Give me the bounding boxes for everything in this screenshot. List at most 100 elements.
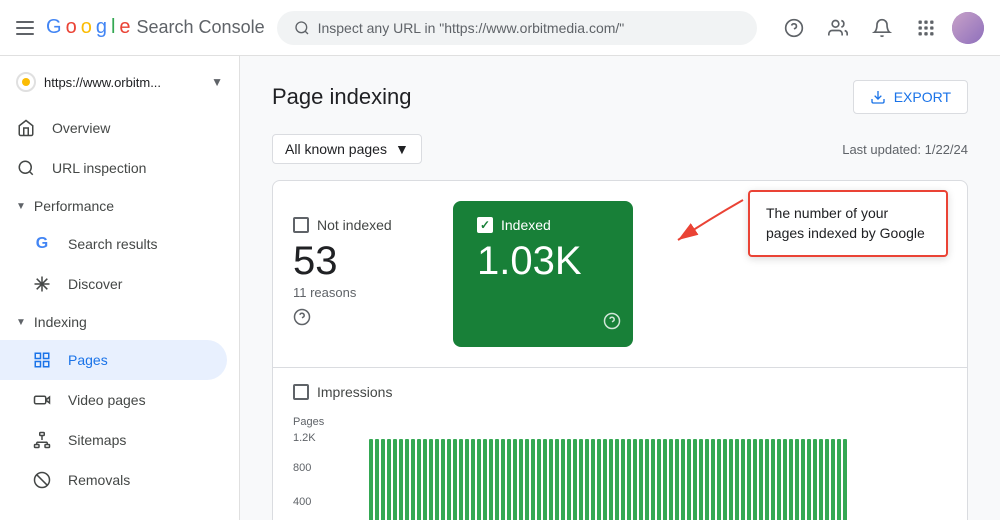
topbar: Google Search Console Inspect any URL in… [0,0,1000,56]
chart-bar [399,439,403,520]
apps-icon[interactable] [908,10,944,46]
chart-bar [645,439,649,520]
chart-bar [555,439,559,520]
sidebar-item-search-results[interactable]: G Search results [0,224,227,264]
chart-bar [435,439,439,520]
section-label: Indexing [34,314,87,330]
sidebar-item-sitemaps[interactable]: Sitemaps [0,420,227,460]
chart-bar [393,439,397,520]
url-search-bar[interactable]: Inspect any URL in "https://www.orbitmed… [277,11,757,45]
chart-bar [795,439,799,520]
impressions-checkbox[interactable] [293,384,309,400]
chart-bar [633,439,637,520]
asterisk-icon [32,274,52,294]
chart-bar [771,439,775,520]
filter-label: All known pages [285,141,387,157]
chart-bar [591,439,595,520]
chart-y-values: 1.2K 800 400 0 [293,432,329,520]
search-placeholder: Inspect any URL in "https://www.orbitmed… [318,20,625,36]
caret-icon: ▼ [16,201,26,212]
y-value: 800 [293,462,311,474]
sidebar-item-pages[interactable]: Pages [0,340,227,380]
site-selector[interactable]: https://www.orbitm... ▼ [0,64,239,100]
chart-area: Pages 1.2K 800 400 0 [293,416,947,520]
not-indexed-card: Not indexed 53 11 reasons [293,201,453,347]
chart-bar [453,439,457,520]
chart-bar [441,439,445,520]
indexed-card: ✓ Indexed 1.03K [453,201,633,347]
chart-bar [525,439,529,520]
chart-bar [597,439,601,520]
chart-bar [837,439,841,520]
chart-bar [387,439,391,520]
chart-bar [477,439,481,520]
chart-bar [693,439,697,520]
checkmark-icon: ✓ [480,218,490,232]
annotation-text: The number of your pages indexed by Goog… [766,205,925,241]
chart-bar [537,439,541,520]
chart-bar [639,439,643,520]
chart-bar [681,439,685,520]
search-bar-icon [16,158,36,178]
chart-bar [777,439,781,520]
chart-bar [507,439,511,520]
bell-icon[interactable] [864,10,900,46]
not-indexed-text: Not indexed [317,217,392,233]
main-layout: https://www.orbitm... ▼ Overview URL ins… [0,56,1000,520]
y-value: 1.2K [293,432,316,444]
avatar-image [952,12,984,44]
chart-bar [735,439,739,520]
chart-bar [567,439,571,520]
chart-bar [825,439,829,520]
chart-bar [687,439,691,520]
sidebar-item-label: Removals [68,472,130,488]
sidebar-item-url-inspection[interactable]: URL inspection [0,148,227,188]
help-icon[interactable] [776,10,812,46]
chart-bar [717,439,721,520]
chart-bar [381,439,385,520]
site-indicator-dot [22,78,30,86]
filter-row: All known pages ▼ Last updated: 1/22/24 [272,134,968,164]
not-indexed-count: 53 [293,241,429,281]
chart-bar [531,439,535,520]
chart-bar [801,439,805,520]
arrow-svg [668,190,748,250]
chart-bar [489,439,493,520]
sidebar-item-overview[interactable]: Overview [0,108,227,148]
indexed-checkbox[interactable]: ✓ [477,217,493,233]
indexed-count: 1.03K [477,241,609,281]
chart-bar [729,439,733,520]
chart-bar [405,439,409,520]
chart-bar [603,439,607,520]
chart-y-label: Pages [293,416,947,428]
sidebar-item-discover[interactable]: Discover [0,264,227,304]
bars-wrapper [369,432,847,520]
pages-filter-dropdown[interactable]: All known pages ▼ [272,134,422,164]
sidebar-section-indexing[interactable]: ▼ Indexing [0,304,239,340]
chart-bar [699,439,703,520]
sidebar-item-removals[interactable]: Removals [0,460,227,500]
chart-bar [513,439,517,520]
sidebar-section-performance[interactable]: ▼ Performance [0,188,239,224]
indexed-help-icon[interactable] [603,312,621,335]
sidebar-item-video-pages[interactable]: Video pages [0,380,227,420]
menu-icon[interactable] [16,21,34,35]
chart-bar [783,439,787,520]
sidebar-item-label: Search results [68,236,157,252]
export-button[interactable]: EXPORT [853,80,968,114]
chart-bar [429,439,433,520]
app-title: Search Console [137,17,265,38]
chart-bar [621,439,625,520]
export-label: EXPORT [894,89,951,105]
caret-icon: ▼ [16,317,26,328]
accounts-icon[interactable] [820,10,856,46]
help-circle-icon[interactable] [293,308,429,331]
chart-section: Impressions Pages 1.2K 800 400 0 [272,368,968,520]
sidebar-item-label: Video pages [68,392,146,408]
chart-bar [753,439,757,520]
chart-bar [747,439,751,520]
avatar[interactable] [952,12,984,44]
dropdown-arrow-icon: ▼ [211,75,223,89]
chart-bar [459,439,463,520]
not-indexed-checkbox[interactable] [293,217,309,233]
